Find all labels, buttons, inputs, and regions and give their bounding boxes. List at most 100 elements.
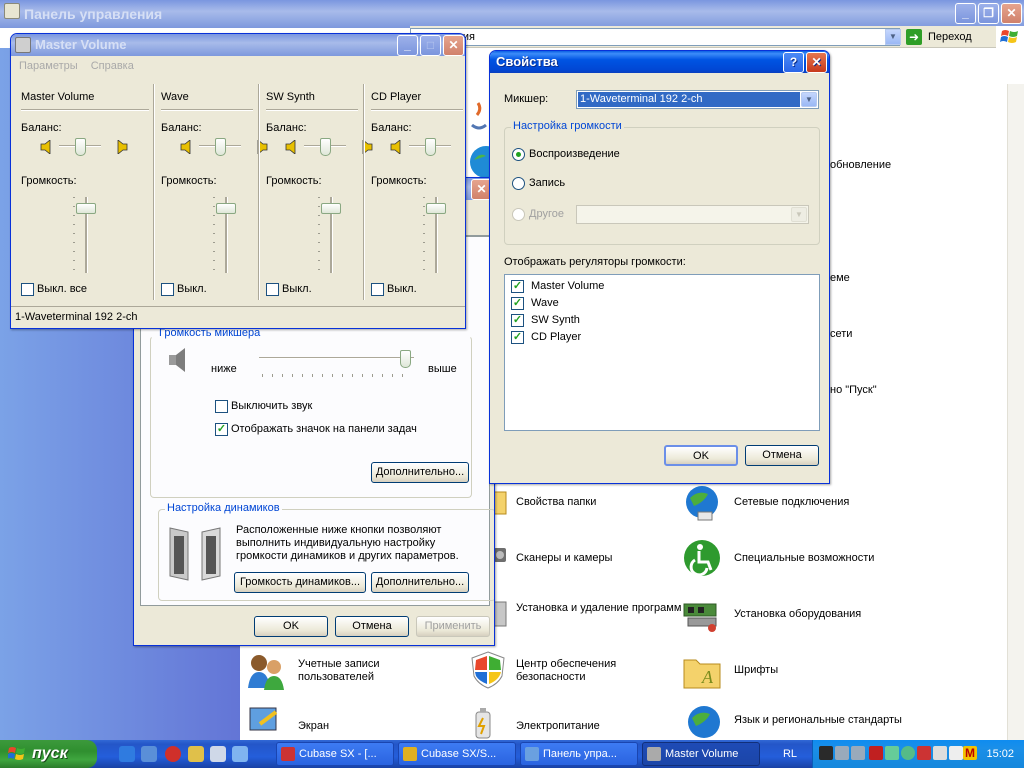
list-item[interactable]: Свойства папки: [468, 484, 668, 528]
tray-app-icon[interactable]: [819, 746, 833, 760]
slider-thumb[interactable]: [400, 350, 411, 368]
control-panel-titlebar[interactable]: Панель управления _ ❐ ✕: [0, 0, 1024, 28]
volume-slider-thumb[interactable]: [426, 203, 446, 214]
help-button[interactable]: ?: [783, 52, 804, 73]
volume-slider-thumb[interactable]: [76, 203, 96, 214]
balance-slider[interactable]: [199, 138, 241, 158]
cancel-button[interactable]: Отмена: [335, 616, 409, 637]
volume-tray-icon[interactable]: [933, 746, 947, 760]
volume-slider-thumb[interactable]: [216, 203, 236, 214]
list-item[interactable]: ✓ CD Player: [511, 330, 791, 346]
go-button[interactable]: ➜ Переход: [906, 28, 986, 46]
close-button[interactable]: ✕: [806, 52, 827, 73]
playback-radio[interactable]: [512, 148, 525, 161]
taskbar-button[interactable]: Cubase SX - [...: [276, 742, 394, 766]
properties-titlebar[interactable]: Свойства ? ✕: [490, 51, 829, 73]
other-select[interactable]: ▼: [576, 205, 809, 224]
balance-slider[interactable]: [59, 138, 101, 158]
tray-network-icon[interactable]: [851, 746, 865, 760]
control-checkbox[interactable]: ✓: [511, 297, 524, 310]
mute-checkbox[interactable]: [21, 283, 34, 296]
cancel-button[interactable]: Отмена: [745, 445, 819, 466]
slider-thumb[interactable]: [215, 138, 226, 156]
list-item[interactable]: ✓ Wave: [511, 296, 791, 312]
mute-checkbox[interactable]: [215, 400, 228, 413]
task-label: Панель упра...: [543, 748, 617, 760]
mute-checkbox[interactable]: [371, 283, 384, 296]
tray-app-icon[interactable]: [917, 746, 931, 760]
ok-button[interactable]: OK: [664, 445, 738, 466]
address-dropdown-icon[interactable]: ▼: [885, 29, 901, 45]
balance-slider[interactable]: [409, 138, 451, 158]
mixer-label: Микшер:: [504, 93, 549, 105]
tray-app-icon[interactable]: [901, 746, 915, 760]
mute-label: Выкл.: [387, 283, 417, 295]
mute-checkbox[interactable]: [161, 283, 174, 296]
task-label: Cubase SX/S...: [421, 748, 497, 760]
opera-icon[interactable]: [165, 746, 181, 762]
minimize-button[interactable]: _: [397, 35, 418, 56]
list-item[interactable]: A Шрифты: [682, 650, 882, 694]
show-tray-icon-checkbox[interactable]: ✓: [215, 423, 228, 436]
browser-icon[interactable]: [232, 746, 248, 762]
record-radio[interactable]: [512, 177, 525, 190]
master-volume-titlebar[interactable]: Master Volume _ □ ✕: [11, 34, 465, 56]
apply-button[interactable]: Применить: [416, 616, 490, 637]
minimize-button[interactable]: _: [955, 3, 976, 24]
control-checkbox[interactable]: ✓: [511, 280, 524, 293]
speaker-volume-button[interactable]: Громкость динамиков...: [234, 572, 366, 593]
list-item[interactable]: Специальные возможности: [682, 538, 882, 582]
mail-tray-icon[interactable]: M: [963, 746, 977, 760]
vertical-scrollbar[interactable]: [1007, 84, 1024, 740]
other-radio[interactable]: [512, 208, 525, 221]
volume-ticks: [73, 197, 75, 271]
list-item[interactable]: Сканеры и камеры: [468, 538, 668, 582]
ie-icon[interactable]: [119, 746, 135, 762]
slider-thumb[interactable]: [75, 138, 86, 156]
control-checkbox[interactable]: ✓: [511, 314, 524, 327]
kaspersky-icon[interactable]: [869, 746, 883, 760]
chevron-down-icon[interactable]: ▼: [801, 92, 817, 107]
list-item[interactable]: Экран: [246, 700, 446, 740]
advanced-button[interactable]: Дополнительно...: [371, 462, 469, 483]
control-checkbox[interactable]: ✓: [511, 331, 524, 344]
address-input[interactable]: управления: [410, 28, 900, 46]
taskbar-button[interactable]: Cubase SX/S...: [398, 742, 516, 766]
mixer-select[interactable]: 1-Waveterminal 192 2-ch ▼: [576, 90, 819, 109]
mute-checkbox[interactable]: [266, 283, 279, 296]
balance-slider[interactable]: [304, 138, 346, 158]
outlook-icon[interactable]: [210, 746, 226, 762]
ok-button[interactable]: OK: [254, 616, 328, 637]
list-item[interactable]: Установка и удаление программ: [468, 594, 681, 638]
taskbar-button[interactable]: Master Volume: [642, 742, 760, 766]
mixer-volume-slider[interactable]: [259, 350, 414, 370]
volume-slider-thumb[interactable]: [321, 203, 341, 214]
list-item[interactable]: Электропитание: [468, 700, 668, 740]
close-button[interactable]: ✕: [443, 35, 464, 56]
list-item[interactable]: Установка оборудования: [682, 594, 882, 638]
slider-thumb[interactable]: [425, 138, 436, 156]
menu-options[interactable]: Параметры: [19, 60, 78, 72]
restore-button[interactable]: ❐: [978, 3, 999, 24]
clock[interactable]: 15:02: [986, 740, 1014, 768]
tray-network-icon[interactable]: [835, 746, 849, 760]
language-indicator[interactable]: RL: [770, 744, 810, 764]
list-item[interactable]: Сетевые подключения: [682, 484, 882, 528]
list-item[interactable]: Учетные записи пользователей: [246, 650, 446, 694]
list-item[interactable]: ✓ Master Volume: [511, 279, 791, 295]
start-button[interactable]: пуск: [0, 740, 97, 768]
list-item[interactable]: Язык и региональные стандарты: [682, 700, 902, 740]
list-item[interactable]: Центр обеспечения безопасности: [468, 650, 668, 694]
controls-list: ✓ Master Volume ✓ Wave ✓ SW Synth ✓ CD Play…: [504, 274, 820, 431]
taskbar-button[interactable]: Панель упра...: [520, 742, 638, 766]
close-button[interactable]: ✕: [1001, 3, 1022, 24]
quicklaunch-icon[interactable]: [141, 746, 157, 762]
slider-thumb[interactable]: [320, 138, 331, 156]
maximize-button[interactable]: □: [420, 35, 441, 56]
tray-app-icon[interactable]: [949, 746, 963, 760]
speaker-advanced-button[interactable]: Дополнительно...: [371, 572, 469, 593]
list-item[interactable]: ✓ SW Synth: [511, 313, 791, 329]
media-player-icon[interactable]: [188, 746, 204, 762]
tray-app-icon[interactable]: [885, 746, 899, 760]
menu-help[interactable]: Справка: [91, 60, 134, 72]
